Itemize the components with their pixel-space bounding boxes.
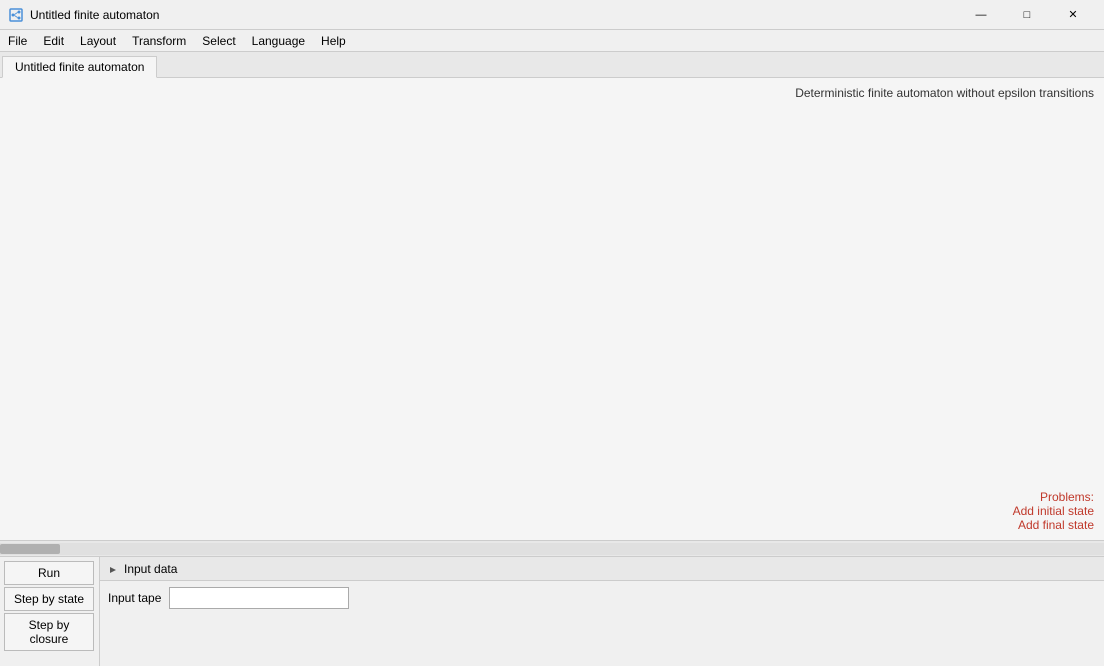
h-scrollbar-track[interactable]: [0, 543, 1104, 555]
automaton-type-label: Deterministic finite automaton without e…: [795, 86, 1094, 100]
menu-file[interactable]: File: [0, 30, 35, 51]
minimize-button[interactable]: —: [958, 0, 1004, 30]
menu-help[interactable]: Help: [313, 30, 354, 51]
problem-add-final-state: Add final state: [1013, 518, 1094, 532]
step-by-state-button[interactable]: Step by state: [4, 587, 94, 611]
input-data-header: Input data: [100, 557, 1104, 581]
triangle-icon: [108, 564, 118, 574]
tab-bar: Untitled finite automaton: [0, 52, 1104, 78]
step-by-closure-button[interactable]: Step by closure: [4, 613, 94, 651]
input-data-label: Input data: [124, 562, 177, 576]
menu-language[interactable]: Language: [244, 30, 313, 51]
window-controls: — □ ✕: [958, 0, 1096, 30]
input-tape-label: Input tape: [108, 591, 161, 605]
menu-bar: File Edit Layout Transform Select Langua…: [0, 30, 1104, 52]
bottom-panel: Run Step by state Step by closure Input …: [0, 556, 1104, 666]
left-controls: Run Step by state Step by closure: [0, 557, 100, 666]
main-area: Deterministic finite automaton without e…: [0, 78, 1104, 556]
menu-layout[interactable]: Layout: [72, 30, 124, 51]
run-button[interactable]: Run: [4, 561, 94, 585]
menu-select[interactable]: Select: [194, 30, 243, 51]
problems-header: Problems:: [1013, 490, 1094, 504]
maximize-button[interactable]: □: [1004, 0, 1050, 30]
title-bar: Untitled finite automaton — □ ✕: [0, 0, 1104, 30]
menu-edit[interactable]: Edit: [35, 30, 72, 51]
canvas-area[interactable]: Deterministic finite automaton without e…: [0, 78, 1104, 540]
tab-label: Untitled finite automaton: [15, 60, 144, 74]
h-scrollbar[interactable]: [0, 540, 1104, 556]
input-tape-field[interactable]: [169, 587, 349, 609]
close-button[interactable]: ✕: [1050, 0, 1096, 30]
tab-untitled[interactable]: Untitled finite automaton: [2, 56, 157, 78]
h-scrollbar-thumb[interactable]: [0, 544, 60, 554]
right-controls: Input data Input tape: [100, 557, 1104, 666]
input-tape-row: Input tape: [100, 581, 1104, 615]
menu-transform[interactable]: Transform: [124, 30, 194, 51]
problem-add-initial-state: Add initial state: [1013, 504, 1094, 518]
app-icon: [8, 7, 24, 23]
window-title: Untitled finite automaton: [30, 8, 958, 22]
problems-panel: Problems: Add initial state Add final st…: [1003, 482, 1104, 540]
